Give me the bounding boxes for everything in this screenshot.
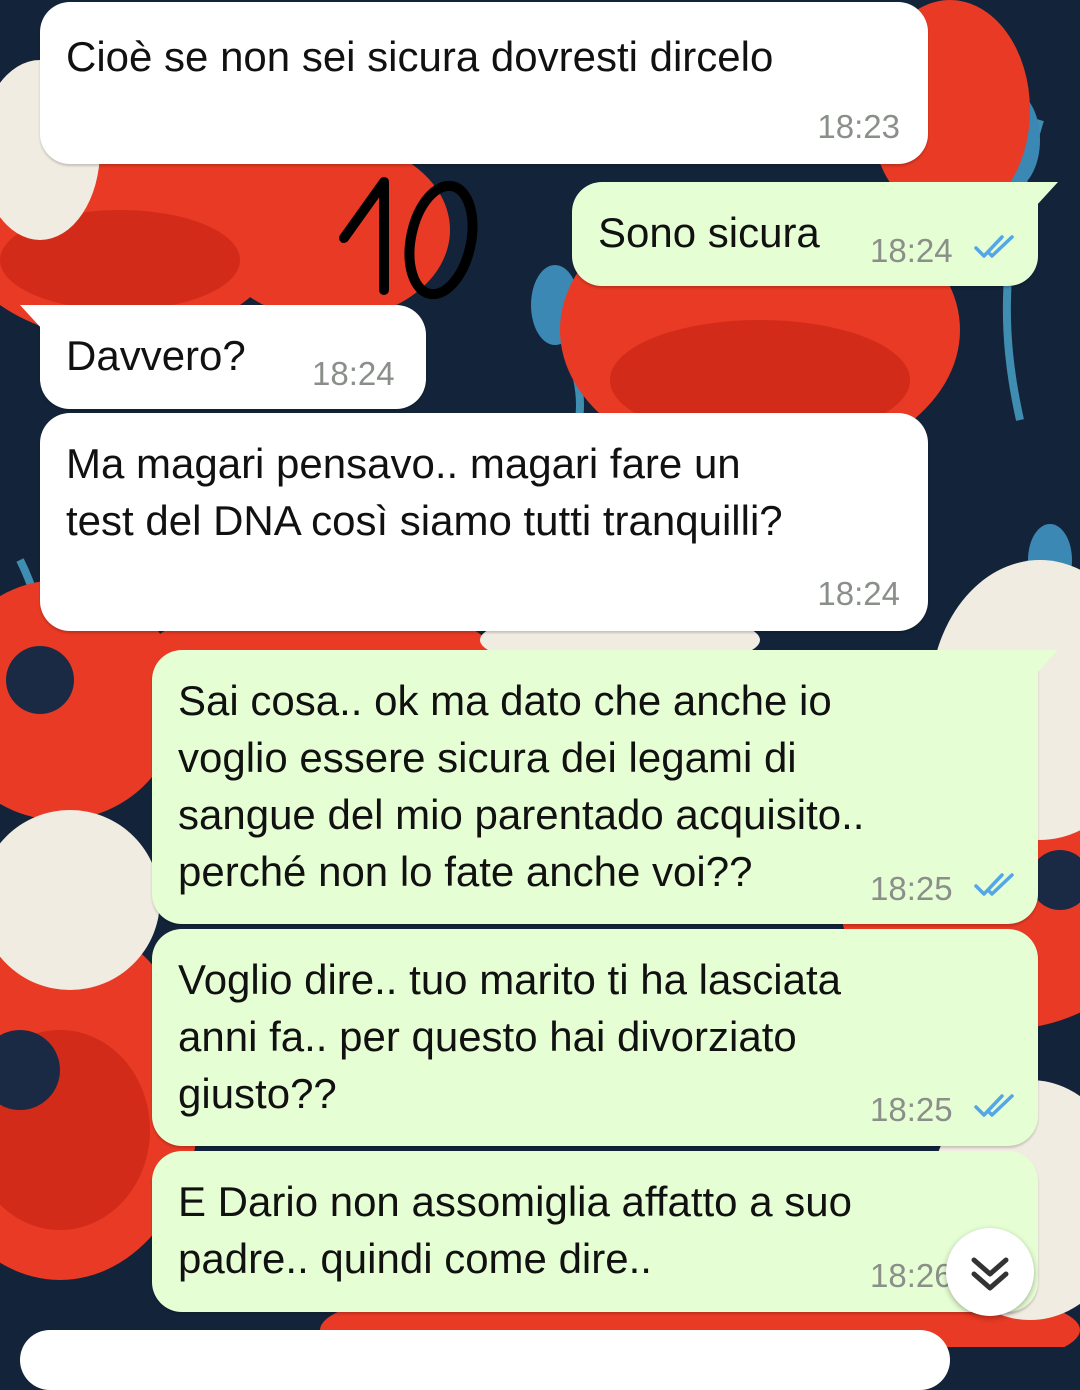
message-time: 18:26	[870, 1257, 953, 1294]
message-bubble-outgoing[interactable]: Sono sicura 18:24	[572, 182, 1058, 286]
scroll-to-bottom-button[interactable]	[946, 1228, 1034, 1316]
bubble-tail	[1036, 650, 1058, 674]
handwritten-annotation: 10	[339, 177, 478, 300]
double-check-icon	[974, 235, 1014, 258]
double-check-icon	[974, 1094, 1014, 1117]
bubble-tail	[1036, 182, 1058, 206]
message-time: 18:24	[870, 232, 953, 269]
message-time: 18:25	[870, 1091, 953, 1128]
message-time: 18:25	[870, 870, 953, 907]
message-time: 18:24	[817, 575, 900, 612]
double-chevron-down-icon	[971, 1257, 1009, 1291]
message-text: Sai cosa.. ok ma dato che anche io vogli…	[178, 677, 865, 895]
message-bubble-outgoing[interactable]: E Dario non assomiglia affatto a suo pad…	[152, 1151, 1038, 1312]
message-text: Sono sicura	[598, 209, 820, 256]
message-text: Ma magari pensavo.. magari fare un test …	[66, 440, 783, 544]
message-time: 18:23	[817, 108, 900, 145]
message-text: Cioè se non sei sicura dovresti dircelo	[66, 33, 774, 80]
message-text: Davvero?	[66, 332, 246, 379]
message-bubble-incoming-partial[interactable]	[20, 1330, 950, 1390]
double-check-icon	[974, 873, 1014, 896]
message-bubble-outgoing[interactable]: Voglio dire.. tuo marito ti ha lasciata …	[152, 929, 1038, 1146]
message-bubble-incoming[interactable]: Ma magari pensavo.. magari fare un test …	[40, 413, 928, 631]
message-bubble-incoming[interactable]: Davvero? 18:24	[20, 305, 426, 409]
bubble-tail	[20, 305, 42, 329]
message-text: E Dario non assomiglia affatto a suo pad…	[178, 1178, 852, 1282]
message-text: Voglio dire.. tuo marito ti ha lasciata …	[178, 956, 842, 1117]
message-time: 18:24	[312, 355, 395, 392]
message-bubble-outgoing[interactable]: Sai cosa.. ok ma dato che anche io vogli…	[152, 650, 1058, 924]
message-bubble-incoming[interactable]: Cioè se non sei sicura dovresti dircelo …	[40, 2, 928, 164]
